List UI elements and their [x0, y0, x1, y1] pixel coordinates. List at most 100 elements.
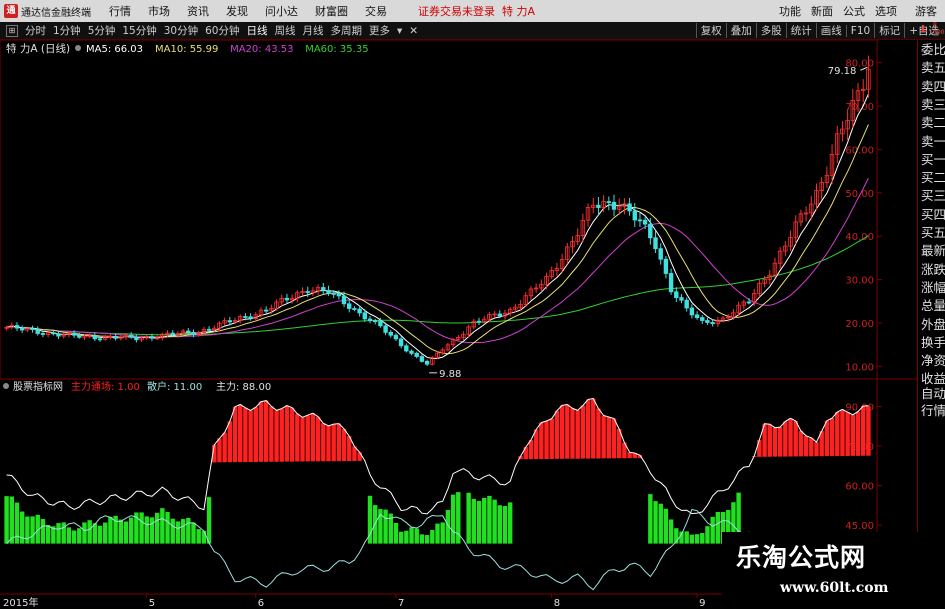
menu-market[interactable]: 市场 — [148, 3, 170, 19]
title-stock-name: 特 力A — [502, 5, 536, 18]
period-monthly[interactable]: 月线 — [303, 23, 324, 38]
xtick-label-4: 8 — [554, 598, 560, 609]
tool-restore-rights[interactable]: 复权 — [695, 23, 726, 38]
candle-body — [684, 299, 689, 309]
side-label-14[interactable]: 总量 — [921, 299, 945, 313]
ma60-line — [6, 235, 869, 336]
side-label-15[interactable]: 外盘 — [921, 317, 945, 332]
candle-body — [658, 248, 663, 260]
menu-trade[interactable]: 交易 — [365, 3, 387, 19]
ind-ytick-label-3: 45.00 — [845, 521, 874, 532]
side-label-11[interactable]: 最新 — [921, 244, 945, 258]
side-bottom-1[interactable]: 行情 — [921, 404, 945, 418]
candle-body — [19, 327, 25, 331]
side-label-8[interactable]: 买三 — [921, 189, 945, 203]
candle-body — [746, 301, 752, 304]
candle-body — [372, 320, 378, 323]
tool-overlay[interactable]: 叠加 — [725, 23, 756, 38]
candle-body — [30, 328, 35, 331]
side-label-2[interactable]: 卖四 — [921, 79, 945, 94]
ytick-label-2: 60.00 — [845, 145, 874, 156]
side-label-5[interactable]: 卖一 — [921, 134, 945, 149]
period-multi[interactable]: 多周期 — [331, 23, 363, 38]
tool-draw-line[interactable]: 画线 — [815, 23, 846, 38]
candle-body — [404, 345, 409, 352]
settings-dot-icon — [75, 45, 81, 51]
candle-body — [92, 335, 97, 340]
side-label-12[interactable]: 涨跌 — [921, 262, 945, 277]
side-label-1[interactable]: 卖五 — [921, 61, 945, 75]
close-period-icon[interactable]: ✕ — [409, 25, 418, 37]
side-label-9[interactable]: 买四 — [921, 207, 945, 222]
candle-body — [653, 237, 658, 250]
ytick-label-5: 30.00 — [845, 276, 874, 287]
period-5min[interactable]: 5分钟 — [88, 23, 116, 38]
candle-body — [388, 331, 393, 336]
candle-body — [321, 287, 326, 291]
side-label-18[interactable]: 收益 — [921, 372, 945, 386]
side-label-4[interactable]: 卖二 — [921, 116, 945, 130]
candle-body — [393, 334, 399, 340]
period-15min[interactable]: 15分钟 — [122, 23, 156, 38]
period-60min[interactable]: 60分钟 — [205, 23, 239, 38]
candle-body — [305, 291, 310, 293]
top-right-menu: 功能 新面 公式 选项 游客 — [779, 3, 945, 19]
candle-body — [367, 318, 373, 322]
tool-mark[interactable]: 标记 — [874, 23, 904, 38]
tool-f10[interactable]: F10 — [845, 24, 874, 37]
side-bottom-0[interactable]: 自动 — [921, 387, 945, 401]
candle-body — [637, 219, 643, 222]
candle-body — [642, 219, 648, 225]
side-label-3[interactable]: 卖三 — [921, 97, 945, 112]
menu-formula[interactable]: 公式 — [843, 3, 865, 19]
side-label-17[interactable]: 净资 — [921, 354, 945, 368]
more-dropdown-icon[interactable]: ▾ — [397, 25, 402, 37]
candle-body — [419, 356, 425, 362]
menu-wealth[interactable]: 财富圈 — [315, 3, 348, 19]
side-label-0[interactable]: 委比 — [921, 43, 945, 57]
menu-ask[interactable]: 问小达 — [265, 3, 298, 19]
period-toolbar: ⊞ 分时 1分钟 5分钟 15分钟 30分钟 60分钟 日线 周线 月线 多周期… — [0, 22, 945, 40]
chart-title: 特 力A (日线) — [6, 42, 70, 55]
side-label-10[interactable]: 买五 — [921, 226, 945, 240]
tool-statistics[interactable]: 统计 — [785, 23, 816, 38]
side-label-13[interactable]: 涨幅 — [921, 280, 945, 295]
candle-body — [710, 322, 715, 325]
menu-news[interactable]: 资讯 — [187, 3, 209, 19]
l-toggle[interactable]: L — [921, 24, 927, 35]
period-daily[interactable]: 日线 — [247, 23, 268, 38]
toolbar-toggle-icon[interactable]: ⊞ — [6, 24, 18, 37]
period-weekly[interactable]: 周线 — [275, 23, 296, 38]
kline-chart[interactable]: 特 力A (日线) MA5: 66.03 MA10: 55.99 MA20: 43.5… — [0, 40, 917, 609]
menu-discover[interactable]: 发现 — [226, 3, 248, 19]
candle-body — [606, 201, 611, 204]
period-more[interactable]: 更多 — [369, 23, 390, 38]
candle-body — [497, 313, 502, 317]
candle-body — [206, 328, 212, 331]
ma20-line — [6, 177, 869, 343]
side-label-6[interactable]: 买一 — [921, 152, 945, 167]
period-1min[interactable]: 1分钟 — [53, 23, 81, 38]
side-label-7[interactable]: 买二 — [921, 171, 945, 185]
r-toggle-icon[interactable]: R0000 — [933, 22, 945, 36]
side-label-16[interactable]: 换手 — [921, 335, 945, 350]
guest-label[interactable]: 游客 — [915, 3, 937, 19]
xtick-label-2: 6 — [258, 598, 264, 609]
period-tick[interactable]: 分时 — [25, 23, 46, 38]
tool-multi-stock[interactable]: 多股 — [755, 23, 786, 38]
menu-quotes[interactable]: 行情 — [109, 3, 131, 19]
ytick-label-4: 40.00 — [845, 232, 874, 243]
candle-body — [51, 332, 56, 335]
candle-body — [648, 223, 653, 239]
menu-options[interactable]: 选项 — [875, 3, 897, 19]
candle-body — [689, 307, 695, 316]
candle-body — [97, 338, 103, 341]
candle-body — [398, 338, 404, 347]
panel-toggle[interactable]: L R0000 — [919, 22, 945, 39]
period-30min[interactable]: 30分钟 — [164, 23, 198, 38]
menu-function[interactable]: 功能 — [779, 3, 801, 19]
menu-new-page[interactable]: 新面 — [811, 3, 833, 19]
ma10-line — [6, 124, 869, 355]
candle-body — [341, 295, 347, 305]
title-bar: 通 通达信金融终端 行情 市场 资讯 发现 问小达 财富圈 交易 证券交易未登录… — [0, 0, 945, 22]
